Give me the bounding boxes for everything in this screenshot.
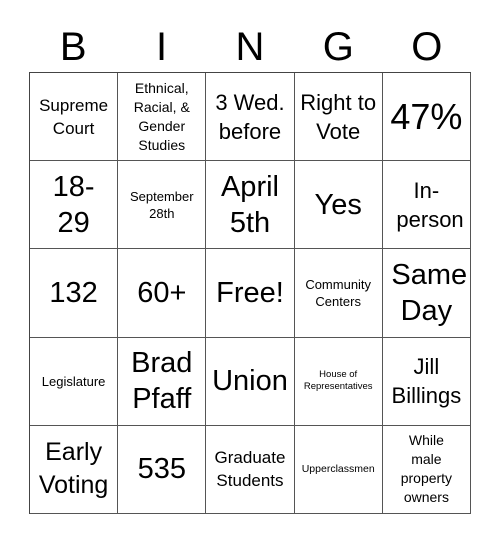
cell-text: Free! (216, 276, 284, 309)
cell-text: 3 Wed. before (215, 89, 285, 144)
bingo-cell[interactable]: Legislature (30, 337, 119, 426)
cell-text: 47% (390, 95, 463, 137)
bingo-cell[interactable]: Right to Vote (294, 73, 383, 162)
bingo-cell[interactable]: Graduate Students (206, 425, 295, 514)
bingo-cell[interactable]: 3 Wed. before (206, 73, 295, 162)
cell-text: House of Representatives (303, 369, 373, 393)
cell-text: April 5th (220, 170, 279, 239)
cell-text: Community Centers (305, 276, 372, 309)
bingo-cell[interactable]: 60+ (118, 249, 207, 338)
cell-text: In-person (396, 177, 464, 232)
cell-text: 132 (49, 276, 98, 309)
cell-text: Upperclassmen (301, 463, 375, 476)
header-letter-b: B (59, 25, 87, 69)
cell-text: Graduate Students (214, 448, 286, 491)
bingo-cell[interactable]: In-person (382, 161, 471, 250)
bingo-cell[interactable]: Supreme Court (30, 73, 119, 162)
bingo-cell[interactable]: 132 (30, 249, 119, 338)
cell-text: Brad Pfaff (131, 347, 193, 416)
bingo-cell[interactable]: Brad Pfaff (118, 337, 207, 426)
cell-text: Early Voting (38, 438, 109, 500)
bingo-cell[interactable]: Community Centers (294, 249, 383, 338)
cell-text: Jill Billings (391, 354, 462, 409)
cell-text: Supreme Court (39, 95, 109, 138)
header-letter-n: N (235, 25, 265, 69)
header-letter-g: G (322, 25, 354, 69)
cell-text: Right to Vote (300, 89, 377, 144)
bingo-cell[interactable]: While male property owners (382, 425, 471, 514)
cell-text: 535 (137, 453, 186, 486)
bingo-cell[interactable]: Early Voting (30, 425, 119, 514)
bingo-header: B I N G O (29, 22, 471, 72)
header-letter-o: O (411, 25, 443, 69)
bingo-cell[interactable]: House of Representatives (294, 337, 383, 426)
cell-text: Union (212, 365, 288, 398)
bingo-cell[interactable]: Upperclassmen (294, 425, 383, 514)
cell-text: Same Day (391, 258, 468, 327)
bingo-cell[interactable]: 535 (118, 425, 207, 514)
bingo-cell[interactable]: Yes (294, 161, 383, 250)
cell-text: While male property owners (400, 432, 453, 506)
bingo-cell[interactable]: Jill Billings (382, 337, 471, 426)
bingo-cell[interactable]: April 5th (206, 161, 295, 250)
bingo-cell[interactable]: Union (206, 337, 295, 426)
cell-text: Legislature (41, 373, 106, 389)
bingo-cell[interactable]: September 28th (118, 161, 207, 250)
cell-text: 60+ (137, 276, 187, 309)
cell-text: Yes (314, 188, 362, 221)
cell-text: Ethnical, Racial, & Gender Studies (133, 79, 190, 153)
bingo-cell[interactable]: 47% (382, 73, 471, 162)
header-letter-i: I (156, 25, 168, 69)
cell-text: 18-29 (52, 170, 95, 239)
bingo-cell[interactable]: Ethnical, Racial, & Gender Studies (118, 73, 207, 162)
bingo-cell[interactable]: Same Day (382, 249, 471, 338)
bingo-grid: Supreme Court Ethnical, Racial, & Gender… (29, 72, 471, 514)
bingo-cell[interactable]: Free! (206, 249, 295, 338)
bingo-cell[interactable]: 18-29 (30, 161, 119, 250)
cell-text: September 28th (129, 188, 194, 221)
